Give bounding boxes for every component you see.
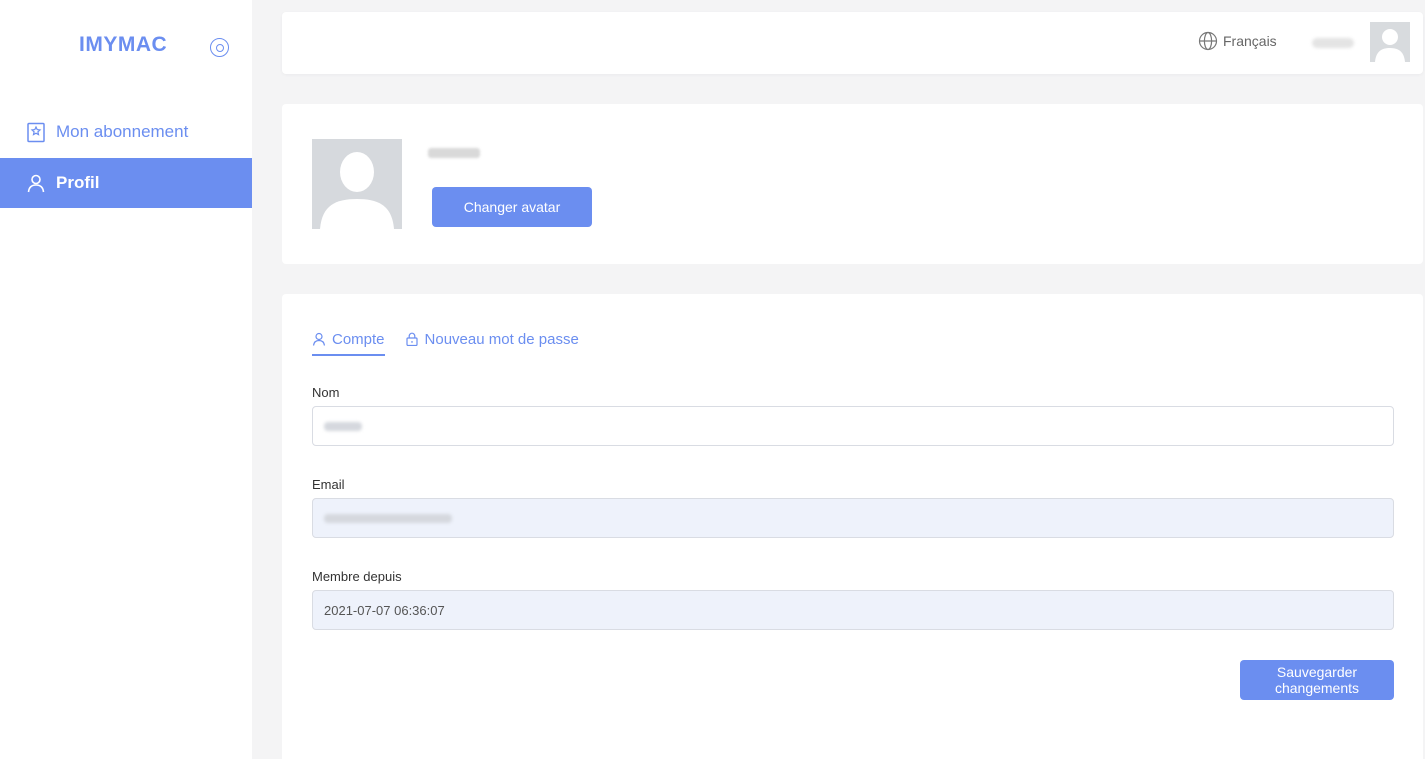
name-input[interactable] bbox=[312, 406, 1394, 446]
profile-tabs: Compte Nouveau mot de passe bbox=[312, 323, 599, 356]
name-value-redacted bbox=[324, 421, 362, 431]
profile-name-redacted bbox=[428, 148, 480, 158]
header-avatar[interactable] bbox=[1370, 22, 1410, 62]
tab-new-password[interactable]: Nouveau mot de passe bbox=[405, 323, 579, 355]
header-username-redacted bbox=[1312, 38, 1354, 48]
account-form-card: Compte Nouveau mot de passe Nom Email Me… bbox=[282, 294, 1423, 759]
brand-logo[interactable]: IMYMAC bbox=[79, 33, 167, 57]
sidebar: IMYMAC Mon abonnement Profil bbox=[0, 0, 252, 759]
name-label: Nom bbox=[312, 385, 340, 400]
user-icon bbox=[312, 332, 326, 346]
sidebar-item-label: Mon abonnement bbox=[56, 122, 189, 141]
user-icon bbox=[25, 173, 46, 194]
member-since-value: 2021-07-07 06:36:07 bbox=[324, 602, 445, 618]
member-since-field: 2021-07-07 06:36:07 bbox=[312, 590, 1394, 630]
sidebar-item-label: Profil bbox=[56, 173, 100, 192]
tab-account[interactable]: Compte bbox=[312, 323, 385, 356]
member-since-label: Membre depuis bbox=[312, 569, 402, 584]
bookmark-star-icon bbox=[25, 122, 46, 143]
avatar-card: Changer avatar bbox=[282, 104, 1423, 264]
sidebar-collapse-toggle[interactable] bbox=[210, 38, 229, 57]
tab-label: Compte bbox=[332, 330, 385, 348]
email-value-redacted bbox=[324, 513, 452, 523]
profile-avatar bbox=[312, 139, 402, 229]
tab-label: Nouveau mot de passe bbox=[424, 330, 579, 348]
email-field bbox=[312, 498, 1394, 538]
avatar-silhouette-icon bbox=[1375, 29, 1405, 62]
sidebar-item-profile[interactable]: Profil bbox=[0, 158, 252, 208]
change-avatar-button[interactable]: Changer avatar bbox=[432, 187, 592, 227]
avatar-silhouette-icon bbox=[320, 152, 394, 229]
globe-icon bbox=[1198, 31, 1218, 51]
lock-icon bbox=[405, 332, 418, 346]
target-icon bbox=[215, 43, 224, 52]
save-changes-button[interactable]: Sauvegarder changements bbox=[1240, 660, 1394, 700]
sidebar-item-subscription[interactable]: Mon abonnement bbox=[0, 107, 252, 157]
email-label: Email bbox=[312, 477, 345, 492]
top-header: Français bbox=[282, 12, 1423, 74]
language-label: Français bbox=[1223, 33, 1277, 49]
language-selector[interactable]: Français bbox=[1198, 31, 1277, 51]
